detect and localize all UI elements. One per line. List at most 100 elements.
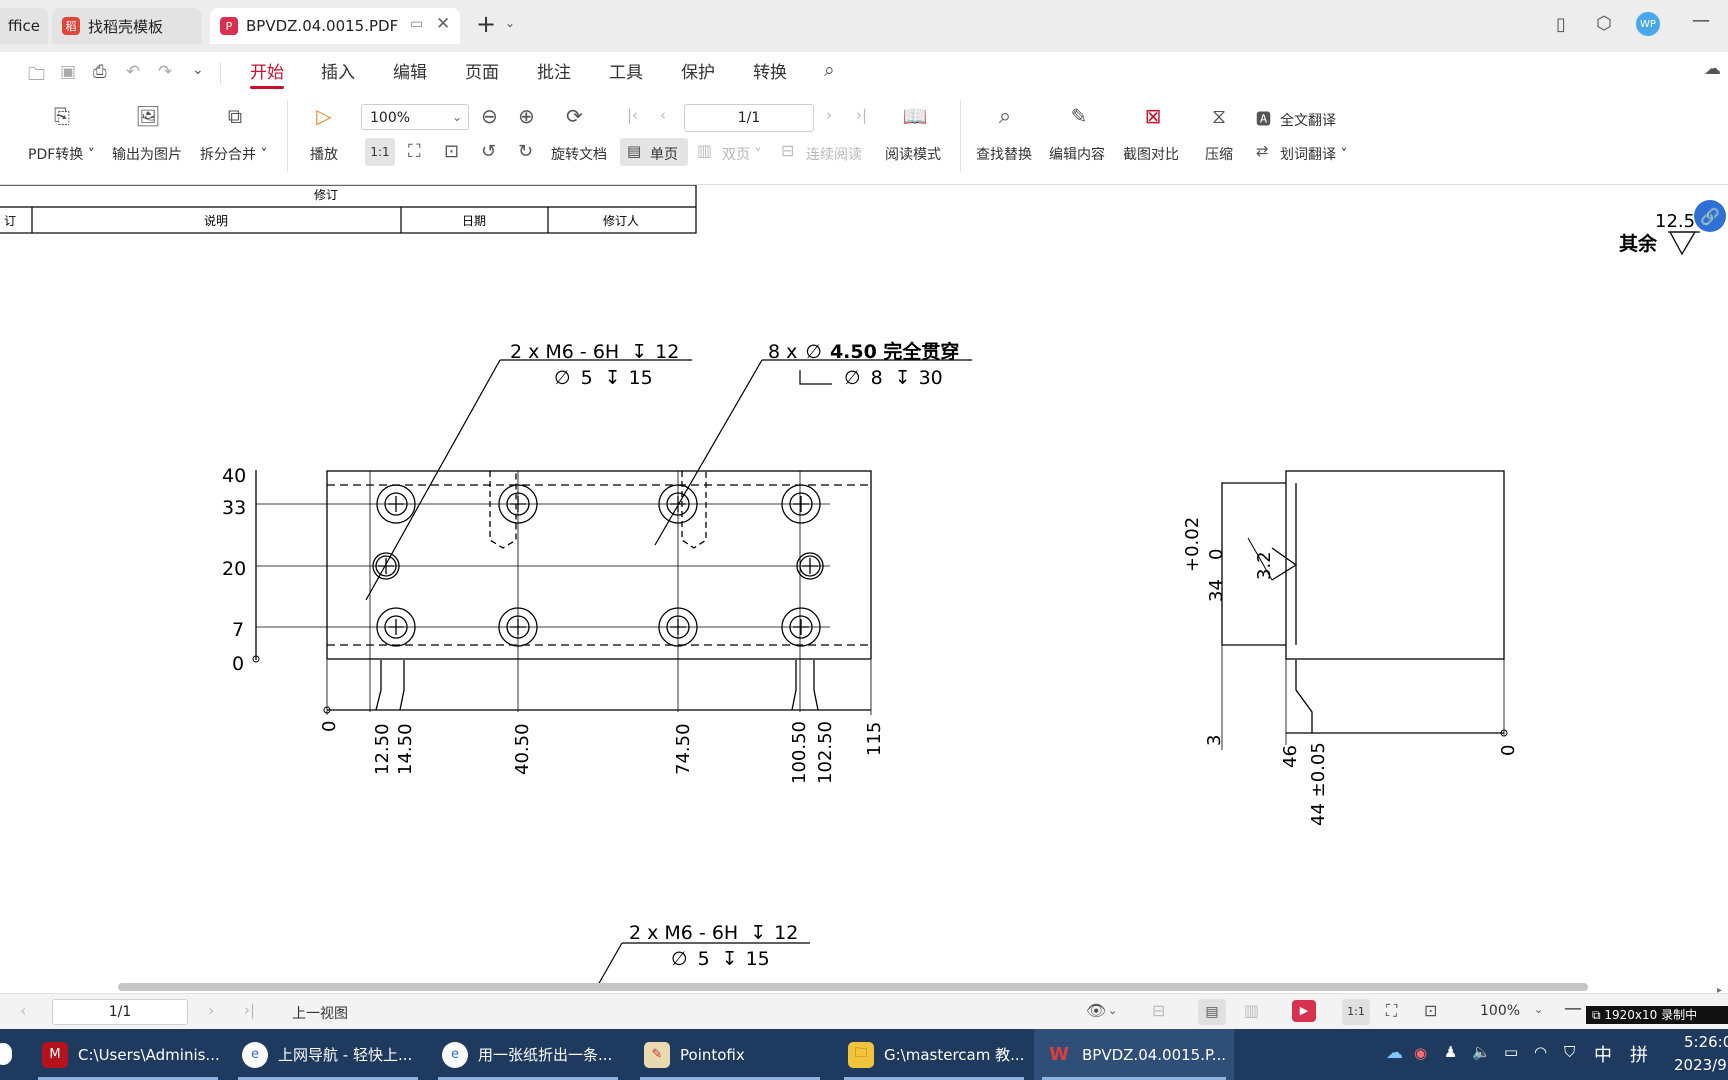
- ime-indicator[interactable]: 中: [1594, 1041, 1612, 1067]
- book-icon[interactable]: 📖: [902, 104, 928, 128]
- page-input[interactable]: 1/1: [52, 999, 188, 1025]
- taskbar-item-explorer[interactable]: 🗀 G:\mastercam 教...: [836, 1029, 1032, 1080]
- export-image-button[interactable]: 输出为图片: [112, 144, 182, 164]
- undo-icon[interactable]: ↶: [126, 62, 140, 82]
- zoom-value[interactable]: 100%: [1480, 1003, 1520, 1019]
- pdf-convert-button[interactable]: PDF转换 ˅: [28, 144, 95, 164]
- menu-page[interactable]: 页面: [465, 58, 499, 83]
- rotate-left-icon[interactable]: ↺: [481, 141, 496, 162]
- double-page-icon[interactable]: ▥: [1244, 1001, 1259, 1020]
- fit-width-icon[interactable]: ⊡: [1424, 1001, 1437, 1020]
- menu-protect[interactable]: 保护: [681, 58, 715, 83]
- next-page-icon[interactable]: ›: [826, 106, 832, 124]
- double-page-icon[interactable]: ▥: [697, 141, 712, 160]
- wifi-icon[interactable]: ◠: [1534, 1043, 1547, 1061]
- continuous-icon[interactable]: ⊟: [781, 141, 794, 160]
- taskbar-item-wps-pdf[interactable]: W BPVDZ.04.0015.P...: [1034, 1029, 1234, 1080]
- tab-office[interactable]: ffice: [0, 8, 48, 44]
- screenshot-compare-icon[interactable]: ⊠: [1140, 104, 1166, 128]
- next-page-icon[interactable]: ›: [208, 1001, 214, 1020]
- avatar[interactable]: WP: [1636, 12, 1660, 36]
- zoom-out-icon[interactable]: ⊖: [481, 104, 498, 128]
- print-icon[interactable]: ⎙: [93, 62, 107, 82]
- tab-docer-templates[interactable]: 稻 找稻壳模板: [52, 8, 202, 44]
- fit-width-icon[interactable]: ⊡: [444, 141, 459, 162]
- taskbar-item-mastercam[interactable]: M C:\Users\Adminis...: [30, 1029, 226, 1080]
- start-icon[interactable]: [0, 1043, 12, 1065]
- link-tool-icon[interactable]: 🔗: [1694, 200, 1726, 232]
- open-folder-icon[interactable]: 🗀: [28, 62, 45, 91]
- play-button[interactable]: 播放: [310, 144, 338, 164]
- double-page-button[interactable]: 双页 ˅: [722, 144, 761, 164]
- first-page-icon[interactable]: |‹: [627, 106, 638, 124]
- chevron-down-icon[interactable]: ⌄: [505, 16, 515, 30]
- export-image-icon[interactable]: 🖼: [135, 104, 161, 128]
- ime-mode[interactable]: 拼: [1630, 1041, 1648, 1067]
- window-icon[interactable]: ▭: [410, 16, 423, 32]
- menu-home[interactable]: 开始: [250, 58, 284, 89]
- play-icon[interactable]: ▷: [311, 104, 337, 128]
- layout-icon[interactable]: ▯: [1556, 14, 1566, 35]
- menu-convert[interactable]: 转换: [753, 58, 787, 83]
- previous-view-button[interactable]: 上一视图: [292, 1003, 348, 1023]
- chevron-down-icon[interactable]: ⌄: [1108, 1004, 1117, 1017]
- scroll-right-icon[interactable]: ▸: [1717, 985, 1722, 993]
- cloud-icon[interactable]: ☁: [1386, 1043, 1403, 1063]
- shield-icon[interactable]: ⛉: [1564, 1043, 1575, 1061]
- close-tab-icon[interactable]: ✕: [436, 14, 450, 34]
- translate-icon[interactable]: 🅰: [1256, 108, 1271, 129]
- qq-icon[interactable]: ♟: [1444, 1043, 1457, 1061]
- fit-page-icon[interactable]: ⛶: [1386, 1001, 1397, 1021]
- rotate-right-icon[interactable]: ↻: [518, 141, 533, 162]
- last-page-icon[interactable]: ›|: [856, 106, 867, 124]
- new-tab-icon[interactable]: +: [476, 10, 496, 38]
- cloud-icon[interactable]: ☁: [1704, 59, 1721, 79]
- taskbar-item-browser-2[interactable]: e 用一张纸折出一条...: [430, 1029, 626, 1080]
- compress-icon[interactable]: ⧖: [1206, 104, 1232, 128]
- menu-annotate[interactable]: 批注: [537, 58, 571, 83]
- clock-date[interactable]: 2023/9: [1674, 1056, 1727, 1074]
- fit-page-icon[interactable]: ⛶: [408, 141, 421, 162]
- find-replace-button[interactable]: 查找替换: [976, 144, 1032, 164]
- single-page-button[interactable]: ▤ 单页: [620, 138, 688, 166]
- menu-tools[interactable]: 工具: [609, 58, 643, 83]
- record-icon[interactable]: ◉: [1414, 1044, 1427, 1062]
- tab-pdf-document[interactable]: P BPVDZ.04.0015.PDF ▭ ✕: [210, 8, 460, 44]
- play-icon[interactable]: ▶: [1292, 1000, 1316, 1022]
- zoom-select[interactable]: 100% ⌄: [361, 104, 469, 130]
- chevron-down-icon[interactable]: ⌄: [192, 62, 204, 78]
- split-merge-icon[interactable]: ⧉: [222, 104, 248, 128]
- screenshot-compare-button[interactable]: 截图对比: [1123, 144, 1179, 164]
- word-translate-icon[interactable]: ⇄: [1256, 142, 1269, 160]
- find-icon[interactable]: ⌕: [992, 104, 1018, 129]
- prev-page-icon[interactable]: ‹: [660, 106, 666, 124]
- zoom-out-icon[interactable]: —: [1564, 998, 1582, 1019]
- single-page-icon[interactable]: ▤: [1198, 999, 1226, 1025]
- pdf-convert-icon[interactable]: ⎘: [49, 104, 75, 128]
- edit-content-button[interactable]: 编辑内容: [1049, 144, 1105, 164]
- volume-icon[interactable]: 🔈: [1472, 1043, 1491, 1061]
- split-merge-button[interactable]: 拆分合并 ˅: [200, 144, 267, 164]
- word-translate-button[interactable]: 划词翻译 ˅: [1280, 144, 1347, 164]
- last-page-icon[interactable]: ›|: [244, 1001, 255, 1019]
- actual-size-button[interactable]: 1:1: [365, 138, 395, 166]
- horizontal-scrollbar[interactable]: [118, 983, 1588, 991]
- minimize-icon[interactable]: —: [1692, 10, 1710, 31]
- continuous-button[interactable]: 连续阅读: [806, 144, 862, 164]
- zoom-in-icon[interactable]: ⊕: [518, 104, 535, 128]
- actual-size-icon[interactable]: 1:1: [1342, 999, 1370, 1025]
- search-icon[interactable]: ⌕: [824, 59, 835, 81]
- taskbar-item-browser[interactable]: e 上网导航 - 轻快上...: [230, 1029, 426, 1080]
- menu-insert[interactable]: 插入: [321, 58, 355, 83]
- eye-icon[interactable]: 👁: [1086, 1001, 1106, 1020]
- page-view-icon[interactable]: ⊟: [1152, 1001, 1165, 1020]
- battery-icon[interactable]: ▭: [1504, 1043, 1518, 1061]
- clock-time[interactable]: 5:26:0: [1684, 1033, 1728, 1051]
- page-input[interactable]: 1/1: [684, 104, 814, 132]
- compress-button[interactable]: 压缩: [1205, 144, 1233, 164]
- rotate-document-button[interactable]: 旋转文档: [551, 144, 607, 164]
- taskbar-item-pointofix[interactable]: ✎ Pointofix: [632, 1029, 828, 1080]
- cube-icon[interactable]: ⬡: [1596, 13, 1612, 34]
- redo-icon[interactable]: ↷: [158, 62, 172, 82]
- edit-content-icon[interactable]: ✎: [1066, 104, 1092, 128]
